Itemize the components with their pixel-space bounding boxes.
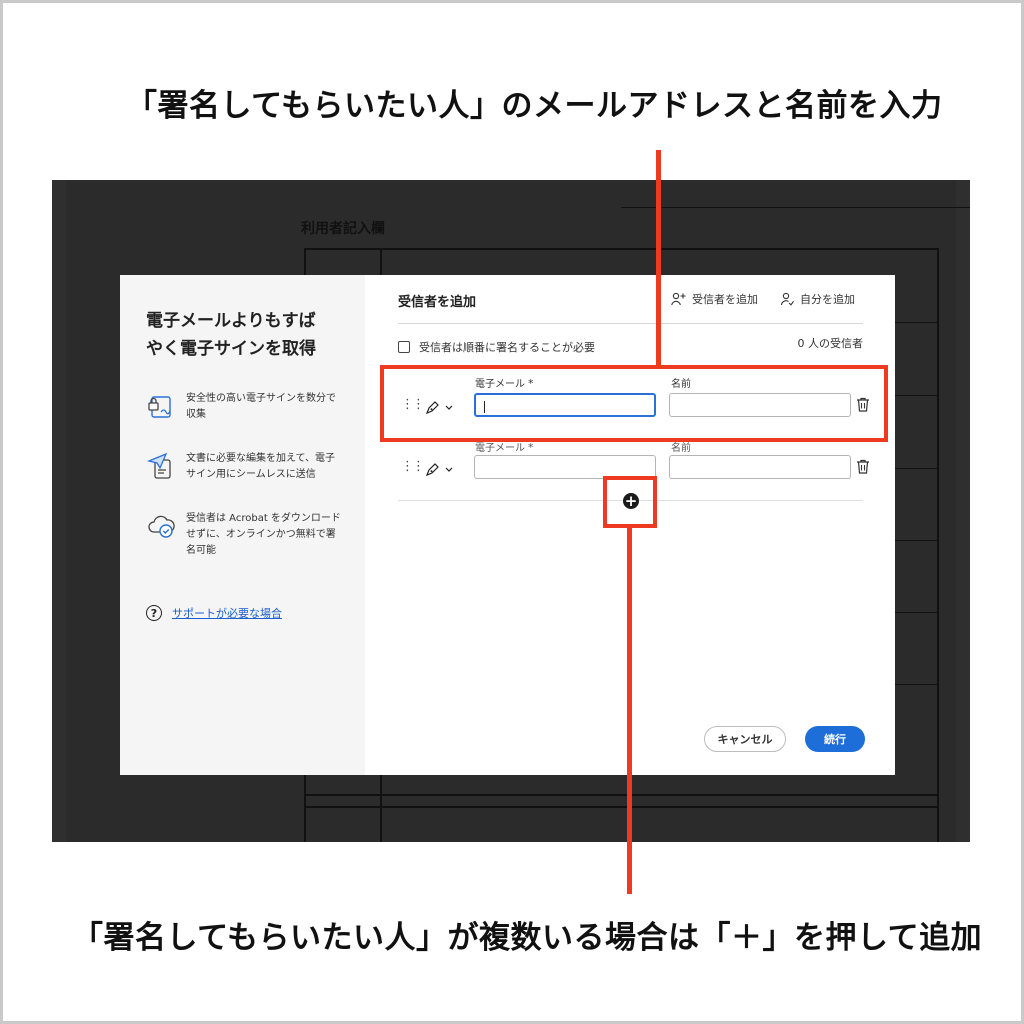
document-table	[304, 794, 939, 842]
bottom-caption: 「署名してもらいたい人」が複数いる場合は「＋」を押して追加	[72, 920, 983, 956]
promo-panel: 電子メールよりもすば やく電子サインを取得 安全性の高い電子サインを数分で収集 …	[120, 275, 365, 775]
signer-role-dropdown[interactable]	[425, 463, 453, 477]
promo-title-line: 電子メールよりもすば	[146, 311, 316, 331]
secure-signature-icon	[148, 396, 171, 418]
help-icon: ?	[146, 605, 162, 621]
document-field-label: 利用者記入欄	[301, 221, 385, 237]
send-document-icon	[146, 452, 171, 479]
feature-text: 安全性の高い電子サインを数分で収集	[186, 393, 336, 420]
recipient-count: 0 人の受信者	[797, 337, 864, 350]
add-button-highlight	[603, 476, 657, 528]
self-icon	[780, 292, 794, 306]
table-divider	[380, 796, 382, 842]
cloud-check-icon	[148, 515, 175, 538]
cancel-button[interactable]: キャンセル	[704, 726, 786, 752]
feature-item: 安全性の高い電子サインを数分で収集	[146, 391, 341, 423]
trash-icon[interactable]	[856, 459, 870, 474]
feature-item: 文書に必要な編集を加えて、電子サイン用にシームレスに送信	[146, 451, 341, 483]
pen-icon	[425, 463, 439, 477]
continue-button[interactable]: 続行	[805, 726, 865, 752]
annotation-connector	[656, 150, 661, 368]
support-row[interactable]: ? サポートが必要な場合	[146, 605, 282, 621]
promo-title-line: やく電子サインを取得	[146, 339, 316, 359]
feature-text: 文書に必要な編集を加えて、電子サイン用にシームレスに送信	[186, 453, 335, 480]
add-recipient-label: 受信者を追加	[692, 293, 758, 306]
sequential-label: 受信者は順番に署名することが必要	[419, 341, 595, 354]
add-recipients-dialog: 電子メールよりもすば やく電子サインを取得 安全性の高い電子サインを数分で収集 …	[120, 275, 895, 775]
add-self-label: 自分を追加	[800, 293, 855, 306]
drag-handle-icon[interactable]: ⋮⋮	[401, 460, 425, 473]
recipient-row: ⋮⋮ 電子メール * 名前	[401, 437, 871, 481]
add-self-button[interactable]: 自分を追加	[780, 291, 855, 307]
panel-actions: 受信者を追加 自分を追加	[671, 291, 855, 307]
promo-title: 電子メールよりもすば やく電子サインを取得	[146, 307, 346, 363]
add-person-icon	[671, 292, 686, 306]
feature-text: 受信者は Acrobat をダウンロードせずに、オンラインかつ無料で署名可能	[186, 513, 341, 556]
top-caption: 「署名してもらいたい人」のメールアドレスと名前を入力	[126, 88, 943, 124]
sequential-option[interactable]: 受信者は順番に署名することが必要	[398, 339, 595, 355]
header-divider	[398, 323, 863, 324]
panel-title: 受信者を追加	[398, 295, 477, 310]
chevron-down-icon	[445, 467, 453, 472]
document-line	[621, 207, 970, 208]
add-recipient-button[interactable]: 受信者を追加	[671, 291, 758, 307]
feature-item: 受信者は Acrobat をダウンロードせずに、オンラインかつ無料で署名可能	[146, 511, 341, 559]
annotation-connector	[627, 526, 632, 894]
email-label-text: 電子メール	[475, 443, 525, 454]
name-field[interactable]	[669, 455, 851, 479]
sequential-checkbox[interactable]	[398, 341, 410, 353]
support-link[interactable]: サポートが必要な場合	[172, 605, 282, 621]
recipient-row-highlight	[380, 365, 888, 442]
